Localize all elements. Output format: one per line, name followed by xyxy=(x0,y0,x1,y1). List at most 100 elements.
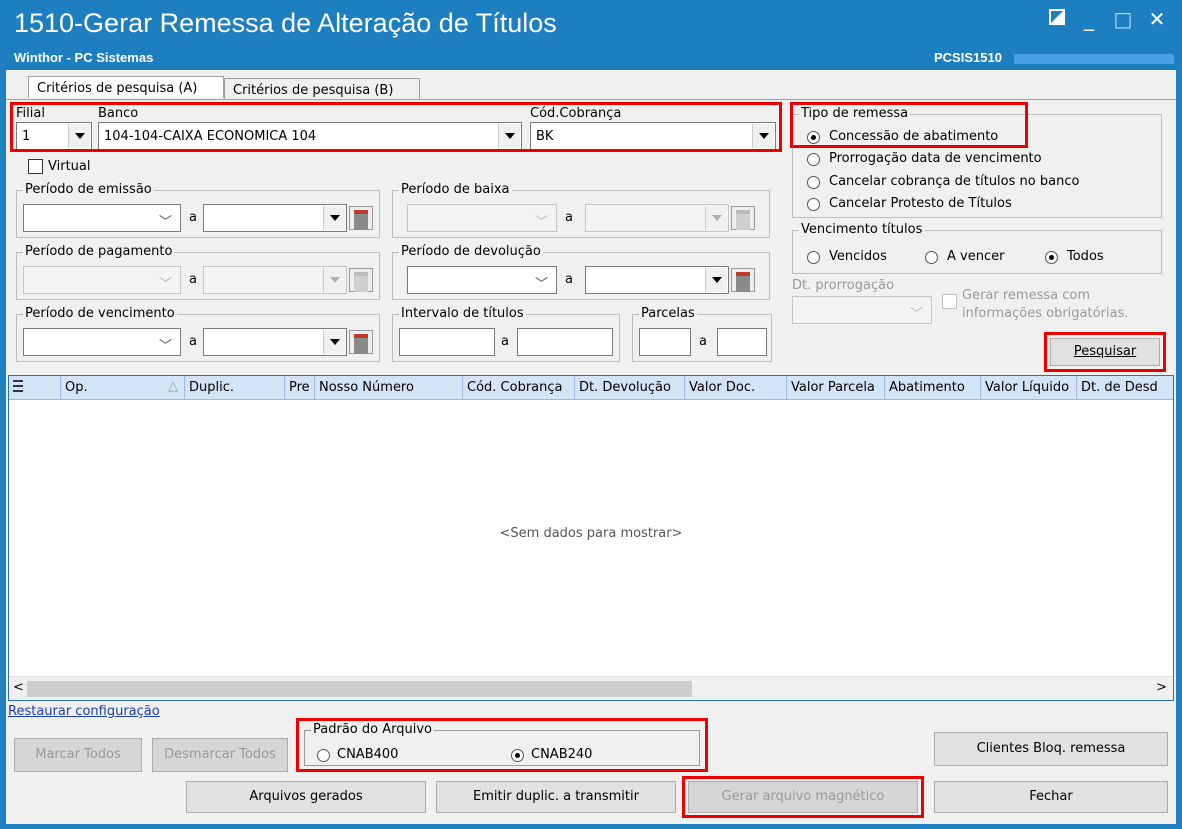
maximize-button[interactable]: □ xyxy=(1110,6,1136,32)
chevron-down-icon[interactable]: ﹀ xyxy=(535,211,548,230)
highlight-box xyxy=(10,102,782,152)
periodo-pagamento-group: Período de pagamento ﹀ a xyxy=(16,244,380,300)
restore-icon[interactable] xyxy=(1044,6,1070,32)
restaurar-configuracao-link[interactable]: Restaurar configuração xyxy=(8,704,160,719)
vencimento-end-date[interactable] xyxy=(203,328,347,356)
option-label: Todos xyxy=(1067,249,1104,264)
calendar-icon[interactable] xyxy=(349,268,373,292)
col-dt-desd[interactable]: Dt. de Desd xyxy=(1077,376,1173,400)
close-button[interactable]: ✕ xyxy=(1144,6,1170,32)
radio-button[interactable] xyxy=(925,251,938,264)
minimize-button[interactable]: _ xyxy=(1076,6,1102,32)
col-valor-parcela[interactable]: Valor Parcela xyxy=(787,376,885,400)
radio-button[interactable] xyxy=(807,153,820,166)
chevron-down-icon[interactable] xyxy=(705,206,727,230)
empty-grid-text: <Sem dados para mostrar> xyxy=(499,526,683,541)
radio-button[interactable] xyxy=(807,198,820,211)
user-info-bar xyxy=(1014,54,1174,64)
radio-button[interactable] xyxy=(807,251,820,264)
chevron-down-icon[interactable] xyxy=(323,206,345,230)
col-dt-devolucao[interactable]: Dt. Devolução xyxy=(575,376,685,400)
tab-criterios-b[interactable]: Critérios de pesquisa (B) xyxy=(224,78,420,100)
marcar-todos-button[interactable]: Marcar Todos xyxy=(14,738,142,772)
scroll-right-icon[interactable]: > xyxy=(1156,680,1167,695)
periodo-emissao-title: Período de emissão xyxy=(23,182,154,197)
range-separator: a xyxy=(501,334,509,349)
col-duplic[interactable]: Duplic. xyxy=(185,376,285,400)
tab-criterios-a[interactable]: Critérios de pesquisa (A) xyxy=(28,76,224,98)
gerar-remessa-checkbox[interactable] xyxy=(942,294,957,309)
vencimento-start-date[interactable]: ﹀ xyxy=(23,328,181,356)
highlight-box xyxy=(790,102,1028,148)
routine-code: PCSIS1510 xyxy=(934,50,1002,65)
parcela-final-input[interactable] xyxy=(717,328,767,356)
calendar-icon[interactable] xyxy=(731,206,755,230)
chevron-down-icon[interactable]: ﹀ xyxy=(159,273,172,292)
chevron-down-icon[interactable]: ﹀ xyxy=(535,273,548,292)
scrollbar-thumb[interactable] xyxy=(27,681,692,697)
calendar-icon[interactable] xyxy=(731,268,755,292)
parcelas-group: Parcelas a xyxy=(632,306,772,362)
radio-button[interactable] xyxy=(1045,251,1058,264)
chevron-down-icon[interactable]: ﹀ xyxy=(910,303,923,322)
chevron-down-icon[interactable] xyxy=(705,268,727,292)
col-valor-doc[interactable]: Valor Doc. xyxy=(685,376,787,400)
chevron-down-icon[interactable] xyxy=(323,330,345,354)
virtual-label: Virtual xyxy=(48,159,91,174)
periodo-devolucao-group: Período de devolução ﹀ a xyxy=(392,244,770,300)
titulo-final-input[interactable] xyxy=(517,328,613,356)
parcela-inicial-input[interactable] xyxy=(639,328,691,356)
option-label: Prorrogação data de vencimento xyxy=(829,151,1042,166)
periodo-baixa-group: Período de baixa ﹀ a xyxy=(392,182,770,238)
clientes-bloq-remessa-button[interactable]: Clientes Bloq. remessa xyxy=(934,732,1168,766)
range-separator: a xyxy=(189,210,197,225)
virtual-checkbox[interactable] xyxy=(28,159,43,174)
option-label: A vencer xyxy=(947,249,1005,264)
col-nosso-numero[interactable]: Nosso Número xyxy=(315,376,463,400)
col-abatimento[interactable]: Abatimento xyxy=(885,376,981,400)
option-label: Vencidos xyxy=(829,249,887,264)
periodo-baixa-title: Período de baixa xyxy=(399,182,512,197)
dt-prorrogacao-select[interactable]: ﹀ xyxy=(792,296,932,324)
pagamento-end-date[interactable] xyxy=(203,266,347,294)
range-separator: a xyxy=(189,334,197,349)
fechar-button[interactable]: Fechar xyxy=(934,781,1168,813)
radio-button[interactable] xyxy=(807,176,820,189)
col-pre[interactable]: Pre xyxy=(285,376,315,400)
grid-menu-icon[interactable] xyxy=(9,376,61,400)
chevron-down-icon[interactable] xyxy=(323,268,345,292)
horizontal-scrollbar[interactable]: < > xyxy=(9,676,1173,700)
gerar-remessa-label-1: Gerar remessa com xyxy=(962,288,1090,303)
emissao-end-date[interactable] xyxy=(203,204,347,232)
results-grid[interactable]: Op. △ Duplic. Pre Nosso Número Cód. Cobr… xyxy=(8,375,1174,701)
periodo-vencimento-group: Período de vencimento ﹀ a xyxy=(16,306,380,362)
vencimento-titulos-title: Vencimento títulos xyxy=(799,222,925,237)
devolucao-end-date[interactable] xyxy=(585,266,729,294)
grid-header: Op. △ Duplic. Pre Nosso Número Cód. Cobr… xyxy=(9,376,1173,400)
titulo-inicial-input[interactable] xyxy=(399,328,495,356)
range-separator: a xyxy=(699,334,707,349)
arquivos-gerados-button[interactable]: Arquivos gerados xyxy=(186,781,426,813)
calendar-icon[interactable] xyxy=(349,206,373,230)
range-separator: a xyxy=(565,272,573,287)
periodo-vencimento-title: Período de vencimento xyxy=(23,306,177,321)
col-valor-liquido[interactable]: Valor Líquido xyxy=(981,376,1077,400)
col-op[interactable]: Op. △ xyxy=(61,376,185,400)
dt-prorrogacao-label: Dt. prorrogação xyxy=(792,278,895,293)
devolucao-start-date[interactable]: ﹀ xyxy=(407,266,557,294)
col-cod-cobranca[interactable]: Cód. Cobrança xyxy=(463,376,575,400)
scroll-left-icon[interactable]: < xyxy=(13,680,24,695)
baixa-end-date[interactable] xyxy=(585,204,729,232)
option-label: Cancelar cobrança de títulos no banco xyxy=(829,174,1080,189)
emitir-duplic-button[interactable]: Emitir duplic. a transmitir xyxy=(436,781,676,813)
baixa-start-date[interactable]: ﹀ xyxy=(407,204,557,232)
highlight-box xyxy=(296,718,708,772)
chevron-down-icon[interactable]: ﹀ xyxy=(159,211,172,230)
main-panel: Critérios de pesquisa (A) Critérios de p… xyxy=(6,70,1176,824)
chevron-down-icon[interactable]: ﹀ xyxy=(159,335,172,354)
desmarcar-todos-button[interactable]: Desmarcar Todos xyxy=(152,738,288,772)
pagamento-start-date[interactable]: ﹀ xyxy=(23,266,181,294)
emissao-start-date[interactable]: ﹀ xyxy=(23,204,181,232)
window-title: 1510-Gerar Remessa de Alteração de Títul… xyxy=(14,8,557,38)
calendar-icon[interactable] xyxy=(349,330,373,354)
